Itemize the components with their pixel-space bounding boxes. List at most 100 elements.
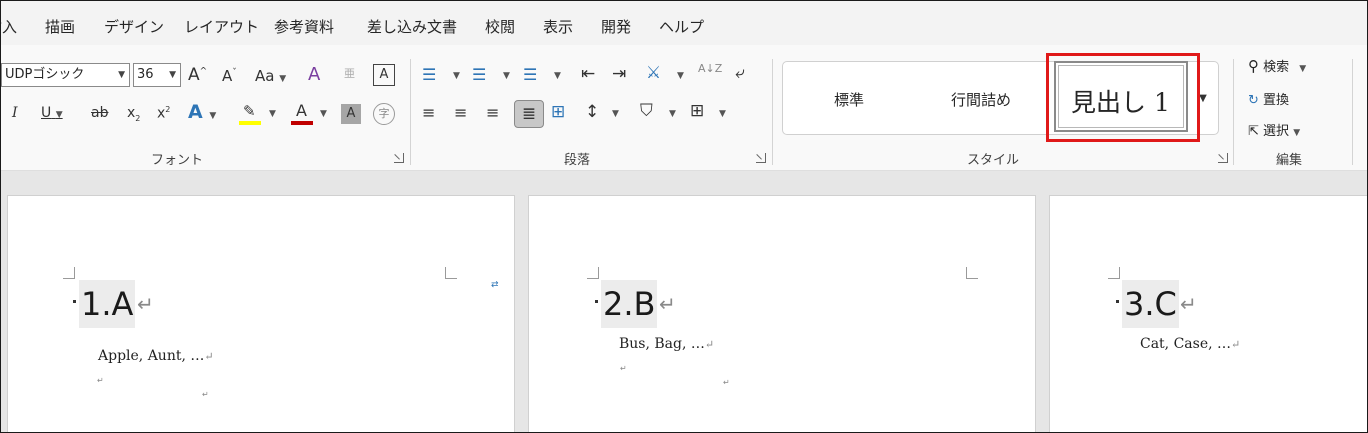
bullets-icon[interactable]: ☰ [422,65,436,84]
document-page[interactable]: 3.C ↵ Cat, Case, …↵ [1049,195,1367,432]
chevron-down-icon[interactable]: ▼ [669,109,676,119]
document-page[interactable]: 2.B ↵ Bus, Bag, …↵ ↵ ↵ [528,195,1036,432]
heading-collapse-dot [73,300,76,303]
chevron-down-icon[interactable]: ▼ [320,109,327,119]
paragraph-mark: ↵ [1231,338,1241,351]
strikethrough-label: ab [91,105,109,121]
align-center-icon[interactable]: ≡ [454,103,467,122]
paragraph-mark: ↵ [137,292,154,316]
body-paragraph[interactable]: Bus, Bag, …↵ [619,336,714,352]
borders-icon[interactable]: ⊞ [690,101,704,121]
paragraph-mark: ↵ [1180,292,1197,316]
subscript-button[interactable]: x2 [127,105,140,123]
replace-icon: ↻ [1248,93,1259,108]
paragraph-group-label: 段落 [564,153,591,168]
paragraph-dialog-launcher-icon[interactable] [756,153,766,163]
tab-insert[interactable]: 挿入 [1,16,17,37]
distributed-icon[interactable]: ⊞ [551,102,565,122]
superscript-marker: 2 [165,105,171,114]
chevron-down-icon[interactable]: ▼ [269,109,276,119]
highlight-button[interactable]: ✎ [239,101,261,125]
anchor-icon: ⇄ [491,280,499,290]
grow-font-label: A [188,65,200,85]
tab-mailings[interactable]: 差し込み文書 [367,16,457,37]
document-page[interactable]: ⇄ 1.A ↵ Apple, Aunt, …↵ ↵ ↵ [7,195,515,432]
font-size-combo[interactable]: 36 ▼ [133,63,181,87]
heading-collapse-dot [595,300,598,303]
menu-bar: 挿入 描画 デザイン レイアウト 参考資料 差し込み文書 校閲 表示 開発 ヘル… [1,1,1367,45]
marker-pen-icon: ✎ [243,102,256,120]
crop-mark [966,267,978,279]
heading-label: 2.B [603,285,656,323]
text-effects-button[interactable]: A ▼ [188,101,216,123]
grow-font-button[interactable]: A^ [188,65,207,85]
show-formatting-icon[interactable]: ⤶ [735,63,745,83]
tab-design[interactable]: デザイン [104,16,164,37]
styles-dialog-launcher-icon[interactable] [1218,153,1228,163]
tab-help[interactable]: ヘルプ [659,16,704,37]
paragraph-mark: ↵ [704,338,715,351]
find-button[interactable]: ⚲ 検索 ▼ [1248,56,1306,75]
group-separator [1233,59,1234,165]
font-size-value: 36 [137,67,154,82]
enclose-characters-button[interactable]: 字 [373,103,395,125]
replace-button[interactable]: ↻ 置換 [1248,89,1289,108]
heading-text: 1.A [79,280,136,328]
chevron-down-icon[interactable]: ▼ [554,71,561,81]
chevron-down-icon[interactable]: ▼ [677,71,684,81]
style-no-spacing[interactable]: 行間詰め [951,89,1011,110]
chevron-down-icon[interactable]: ▼ [453,71,460,81]
tab-layout[interactable]: レイアウト [184,16,259,37]
styles-group-label: スタイル [967,153,1020,168]
change-case-button[interactable]: Aa ▼ [255,67,286,85]
paragraph-mark: ↵ [659,292,676,316]
decrease-indent-icon[interactable]: ⇤ [581,64,595,84]
shading-bucket-icon[interactable]: ⛉ [640,101,653,121]
tab-view[interactable]: 表示 [543,16,573,37]
character-border-button[interactable]: A [373,64,395,86]
change-case-label: Aa [255,67,275,85]
justify-icon[interactable]: ≣ [514,100,544,128]
tab-developer[interactable]: 開発 [601,16,631,37]
select-button[interactable]: ⇱ 選択 ▼ [1248,120,1300,139]
character-shading-button[interactable]: A [341,104,361,124]
body-paragraph[interactable]: Cat, Case, …↵ [1140,336,1240,352]
tab-draw[interactable]: 描画 [45,16,75,37]
find-label: 検索 [1263,60,1290,75]
group-separator [1352,59,1353,165]
chevron-down-icon[interactable]: ▼ [719,109,726,119]
underline-button[interactable]: U ▼ [41,105,63,121]
multilevel-list-icon[interactable]: ☰ [523,65,537,84]
paragraph-mark: ↵ [202,390,209,399]
increase-indent-icon[interactable]: ⇥ [612,64,626,84]
crop-mark [1108,267,1120,279]
asian-layout-icon[interactable]: ⚔ [646,63,661,83]
paragraph-mark: ↵ [97,376,104,385]
phonetic-guide-button[interactable]: 亜 [344,65,355,81]
body-text: Cat, Case, … [1140,336,1232,352]
character-border-label: A [379,67,389,82]
clear-formatting-icon[interactable]: A [308,64,320,85]
font-color-button[interactable]: A [291,101,313,125]
body-paragraph[interactable]: Apple, Aunt, …↵ [98,348,214,364]
chevron-down-icon[interactable]: ▼ [503,71,510,81]
chevron-down-icon[interactable]: ▼ [612,109,619,119]
tab-references[interactable]: 参考資料 [274,16,334,37]
style-normal[interactable]: 標準 [834,89,864,110]
font-color-label: A [296,101,307,120]
align-left-icon[interactable]: ≡ [422,103,435,122]
superscript-button[interactable]: x2 [157,105,170,122]
strikethrough-button[interactable]: ab [91,105,108,121]
sort-button[interactable]: A↓Z [698,63,722,74]
heading-collapse-dot [1116,300,1119,303]
shrink-font-button[interactable]: Aˇ [222,67,237,85]
line-spacing-icon[interactable]: ↕ [585,102,599,122]
numbering-icon[interactable]: ☰ [472,65,486,84]
cursor-arrow-icon: ⇱ [1248,124,1259,139]
paragraph-mark: ↵ [723,378,730,387]
align-right-icon[interactable]: ≡ [486,103,499,122]
font-dialog-launcher-icon[interactable] [394,153,404,163]
italic-button[interactable]: I [12,105,18,121]
font-name-combo[interactable]: UDPゴシック ▼ [1,63,130,87]
tab-review[interactable]: 校閲 [485,16,515,37]
